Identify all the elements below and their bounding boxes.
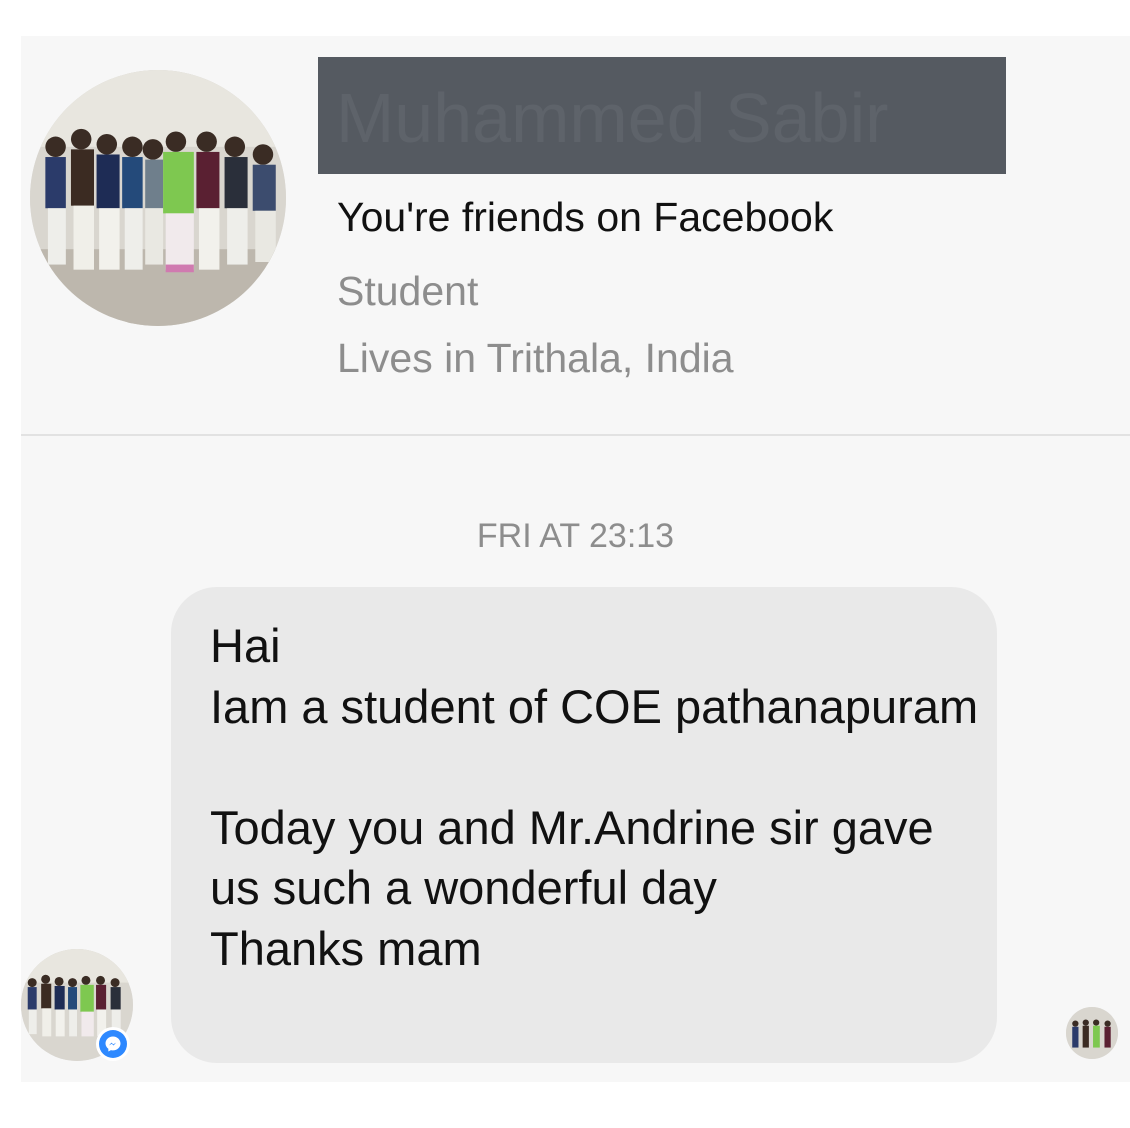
contact-location-text: Lives in Trithala, India: [337, 335, 734, 381]
messenger-badge: [96, 1027, 130, 1061]
contact-work-text: Student: [337, 268, 479, 314]
read-receipt-avatar: [1066, 1007, 1118, 1059]
message-timestamp: FRI AT 23:13: [476, 517, 675, 555]
header-divider: [21, 434, 1130, 436]
messenger-icon: [99, 1030, 127, 1058]
friend-status-text: You're friends on Facebook: [337, 194, 834, 240]
message-text: Hai Iam a student of COE pathanapuram To…: [210, 619, 979, 975]
contact-profile-avatar[interactable]: [30, 70, 286, 326]
contact-name: Muhammed Sabir: [336, 79, 889, 157]
contact-name-redacted: Muhammed Sabir: [318, 57, 1006, 174]
